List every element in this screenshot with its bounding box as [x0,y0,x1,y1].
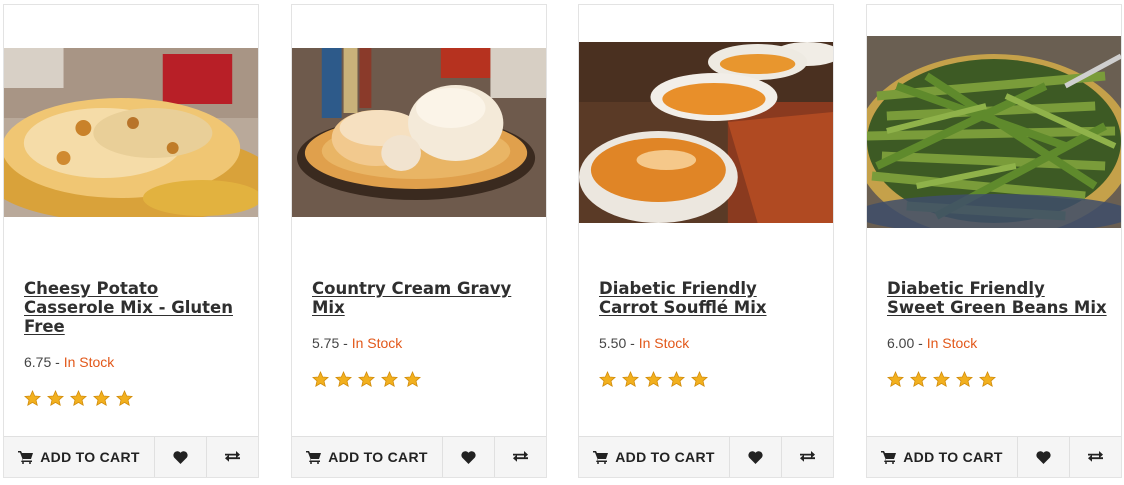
product-card: Diabetic Friendly Carrot Soufflé Mix 5.5… [578,4,834,478]
product-title[interactable]: Diabetic Friendly Carrot Soufflé Mix [599,279,819,317]
heart-icon [461,450,476,464]
cart-icon [306,450,322,464]
cart-icon [18,450,34,464]
star-icon [358,371,375,388]
wishlist-button[interactable] [1018,437,1069,477]
stock-status: In Stock [63,354,115,370]
star-icon [668,371,685,388]
product-grid: Cheesy Potato Casserole Mix - Gluten Fre… [0,0,1124,485]
star-icon [312,371,329,388]
product-price: 6.75 [24,354,52,370]
heart-icon [748,450,763,464]
stock-status: In Stock [926,335,978,351]
product-price-stock: 6.75 - In Stock [24,354,115,370]
wishlist-button[interactable] [730,437,781,477]
compare-button[interactable] [1069,437,1121,477]
compare-arrows-icon [513,451,528,462]
card-actions: ADD TO CART [4,436,258,477]
product-image[interactable] [867,36,1121,228]
product-image[interactable] [292,48,546,217]
product-price-stock: 6.00 - In Stock [887,335,978,351]
product-title[interactable]: Country Cream Gravy Mix [312,279,532,317]
star-icon [381,371,398,388]
star-icon [887,371,904,388]
add-to-cart-button[interactable]: ADD TO CART [4,437,155,477]
wishlist-button[interactable] [443,437,494,477]
star-icon [404,371,421,388]
star-icon [116,390,133,407]
product-card: Country Cream Gravy Mix 5.75 - In Stock … [291,4,547,478]
card-actions: ADD TO CART [292,436,546,477]
heart-icon [173,450,188,464]
add-to-cart-button[interactable]: ADD TO CART [867,437,1018,477]
compare-button[interactable] [206,437,258,477]
star-icon [979,371,996,388]
product-title[interactable]: Cheesy Potato Casserole Mix - Gluten Fre… [24,279,244,336]
star-icon [599,371,616,388]
product-price-stock: 5.75 - In Stock [312,335,403,351]
star-icon [645,371,662,388]
compare-button[interactable] [494,437,546,477]
heart-icon [1036,450,1051,464]
product-price: 5.50 [599,335,627,351]
stock-status: In Stock [351,335,403,351]
stock-status: In Stock [638,335,690,351]
product-price: 5.75 [312,335,340,351]
product-image[interactable] [4,48,258,217]
star-icon [691,371,708,388]
star-icon [910,371,927,388]
rating-stars [887,371,996,389]
star-icon [47,390,64,407]
star-icon [24,390,41,407]
product-price: 6.00 [887,335,915,351]
cart-icon [593,450,609,464]
rating-stars [599,371,708,389]
compare-arrows-icon [800,451,815,462]
add-to-cart-button[interactable]: ADD TO CART [579,437,730,477]
card-actions: ADD TO CART [579,436,833,477]
star-icon [335,371,352,388]
cart-icon [881,450,897,464]
product-title[interactable]: Diabetic Friendly Sweet Green Beans Mix [887,279,1107,317]
compare-arrows-icon [225,451,240,462]
star-icon [70,390,87,407]
card-actions: ADD TO CART [867,436,1121,477]
add-to-cart-button[interactable]: ADD TO CART [292,437,443,477]
wishlist-button[interactable] [155,437,206,477]
product-card: Diabetic Friendly Sweet Green Beans Mix … [866,4,1122,478]
star-icon [956,371,973,388]
product-card: Cheesy Potato Casserole Mix - Gluten Fre… [3,4,259,478]
star-icon [93,390,110,407]
product-price-stock: 5.50 - In Stock [599,335,690,351]
compare-button[interactable] [781,437,833,477]
star-icon [933,371,950,388]
product-image[interactable] [579,42,833,223]
rating-stars [312,371,421,389]
rating-stars [24,390,133,408]
compare-arrows-icon [1088,451,1103,462]
star-icon [622,371,639,388]
